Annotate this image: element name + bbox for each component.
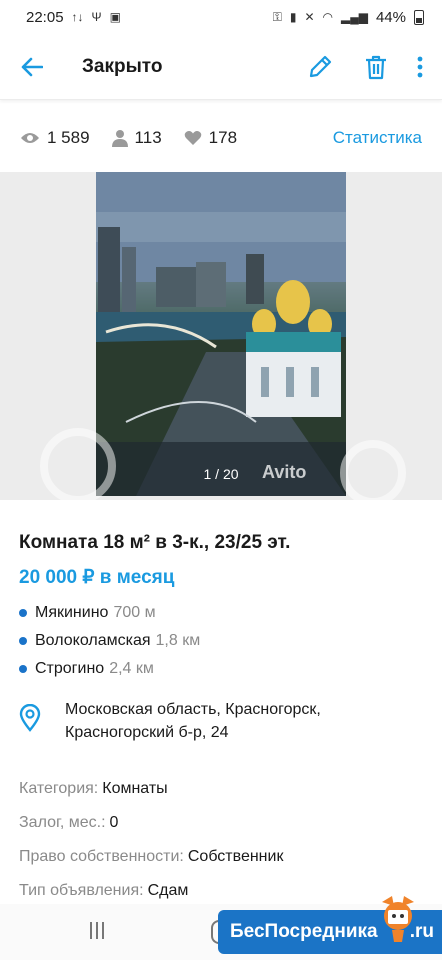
battery-percent: 44% [375,8,406,26]
trash-icon [366,55,386,79]
status-time: 22:05 [26,8,64,26]
watermark-circle [340,440,406,506]
eye-icon [21,133,39,143]
city-church-photo [96,172,346,496]
metro-name: Мякинино [35,604,109,621]
statistics-link[interactable]: Статистика [333,128,422,148]
download-icon: ▣ [109,10,121,24]
brand-name: БесПосредника [230,921,378,942]
param-key: Категория: [19,780,99,797]
delete-button[interactable] [356,47,396,87]
address-line-2: Красногорский б-р, 24 [65,724,229,741]
cellular-signal-icon: ▂▄▆ [341,10,368,24]
pencil-icon [309,55,332,77]
more-options-button[interactable] [412,47,428,87]
metro-list: Мякинино 700 м Волоколамская 1,8 км Стро… [19,599,200,683]
avito-watermark: Avito [262,462,307,482]
listing-params: Категория: Комнаты Залог, мес.: 0 Право … [19,772,283,908]
param-value: 0 [109,814,119,831]
favorites-count: 178 [208,128,238,147]
page-title: Закрыто [82,55,163,77]
lock-icon: ▮ [289,10,297,24]
views-stat: 1 589 [20,128,90,148]
location-pin-icon [19,703,41,732]
listing-title: Комната 18 м² в 3-к., 23/25 эт. [19,532,291,553]
recent-apps-button[interactable] [90,922,104,939]
wifi-icon: ◠ [322,10,333,24]
metro-distance: 700 м [113,604,156,621]
photo-counter: 1 / 20 [203,466,239,482]
back-arrow-icon [21,57,43,76]
param-key: Залог, мес.: [19,814,106,831]
contacts-count: 113 [134,128,162,147]
metro-dot-icon [19,665,27,673]
address-line-1: Московская область, Красногорск, [65,701,321,718]
listing-price: 20 000 ₽ в месяц [19,567,175,588]
brand-banner: БесПосредника .ru [218,896,442,954]
metro-distance: 1,8 км [155,632,201,649]
person-icon [111,130,128,147]
favorites-stat: 178 [184,128,237,148]
battery-icon [414,9,424,25]
param-row: Залог, мес.: 0 [19,806,283,840]
metro-station: Волоколамская 1,8 км [19,627,200,655]
mascot-icon [382,896,414,942]
param-row: Категория: Комнаты [19,772,283,806]
stats-row: 1 589 113 178 Статистика [0,110,442,166]
param-row: Тип объявления: Сдам [19,874,283,908]
back-button[interactable] [0,34,64,100]
status-bar: 22:05 ↑↓ Ψ ▣ ⚿ ▮ ✕ ◠ ▂▄▆ 44% [0,0,442,34]
metro-station: Строгино 2,4 км [19,655,200,683]
views-count: 1 589 [47,128,90,147]
heart-icon [184,131,201,145]
watermark-circle [40,428,116,504]
edit-button[interactable] [300,47,340,87]
app-bar: Закрыто [0,34,442,100]
metro-station: Мякинино 700 м [19,599,200,627]
metro-name: Строгино [35,660,105,677]
param-value: Сдам [147,882,189,899]
mute-icon: ✕ [304,10,315,24]
param-key: Тип объявления: [19,882,144,899]
photo-gallery[interactable]: 1 / 20 Avito [0,172,442,506]
param-key: Право собственности: [19,848,184,865]
param-value: Собственник [187,848,284,865]
notification-icon: Ψ [91,10,102,24]
key-icon: ⚿ [272,9,282,24]
metro-dot-icon [19,637,27,645]
more-vertical-icon [417,56,423,77]
address-block[interactable]: Московская область, Красногорск, Красног… [19,698,419,744]
metro-dot-icon [19,609,27,617]
param-row: Право собственности: Собственник [19,840,283,874]
metro-distance: 2,4 км [109,660,154,677]
param-value: Комнаты [102,780,168,797]
listing-photo[interactable]: 1 / 20 [96,172,346,496]
signal-arrows-icon: ↑↓ [71,10,84,24]
metro-name: Волоколамская [35,632,151,649]
contacts-stat: 113 [111,128,162,148]
